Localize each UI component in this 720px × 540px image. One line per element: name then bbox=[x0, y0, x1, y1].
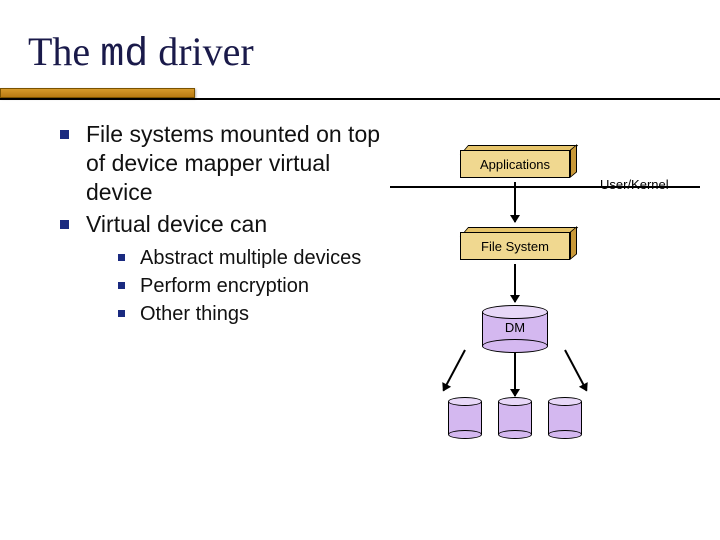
arrow-icon bbox=[514, 264, 516, 302]
title-underline bbox=[0, 98, 720, 100]
title-pre: The bbox=[28, 29, 100, 74]
arrow-icon bbox=[514, 352, 516, 396]
disk-cylinder bbox=[498, 402, 532, 434]
bullet-main: Virtual device can Abstract multiple dev… bbox=[60, 210, 400, 327]
architecture-diagram: Applications File System DM bbox=[420, 140, 620, 460]
title-post: driver bbox=[148, 29, 254, 74]
bullet-sub: Perform encryption bbox=[118, 273, 400, 299]
bullet-main: File systems mounted on top of device ma… bbox=[60, 120, 400, 206]
bullet-main-text: Virtual device can bbox=[86, 211, 267, 237]
bullet-sub: Other things bbox=[118, 301, 400, 327]
accent-bar bbox=[0, 88, 195, 98]
title-code: md bbox=[100, 33, 148, 78]
arrow-icon bbox=[514, 182, 516, 222]
slide-title: The md driver bbox=[28, 28, 254, 78]
dm-label: DM bbox=[482, 320, 548, 335]
bullet-list: File systems mounted on top of device ma… bbox=[60, 120, 400, 331]
filesystem-box: File System bbox=[460, 232, 570, 260]
disk-cylinder bbox=[448, 402, 482, 434]
applications-box: Applications bbox=[460, 150, 570, 178]
filesystem-label: File System bbox=[460, 232, 570, 260]
applications-label: Applications bbox=[460, 150, 570, 178]
disk-cylinder bbox=[548, 402, 582, 434]
dm-cylinder: DM bbox=[482, 312, 548, 346]
arrow-icon bbox=[443, 350, 466, 392]
bullet-sub: Abstract multiple devices bbox=[118, 245, 400, 271]
arrow-icon bbox=[564, 350, 587, 392]
